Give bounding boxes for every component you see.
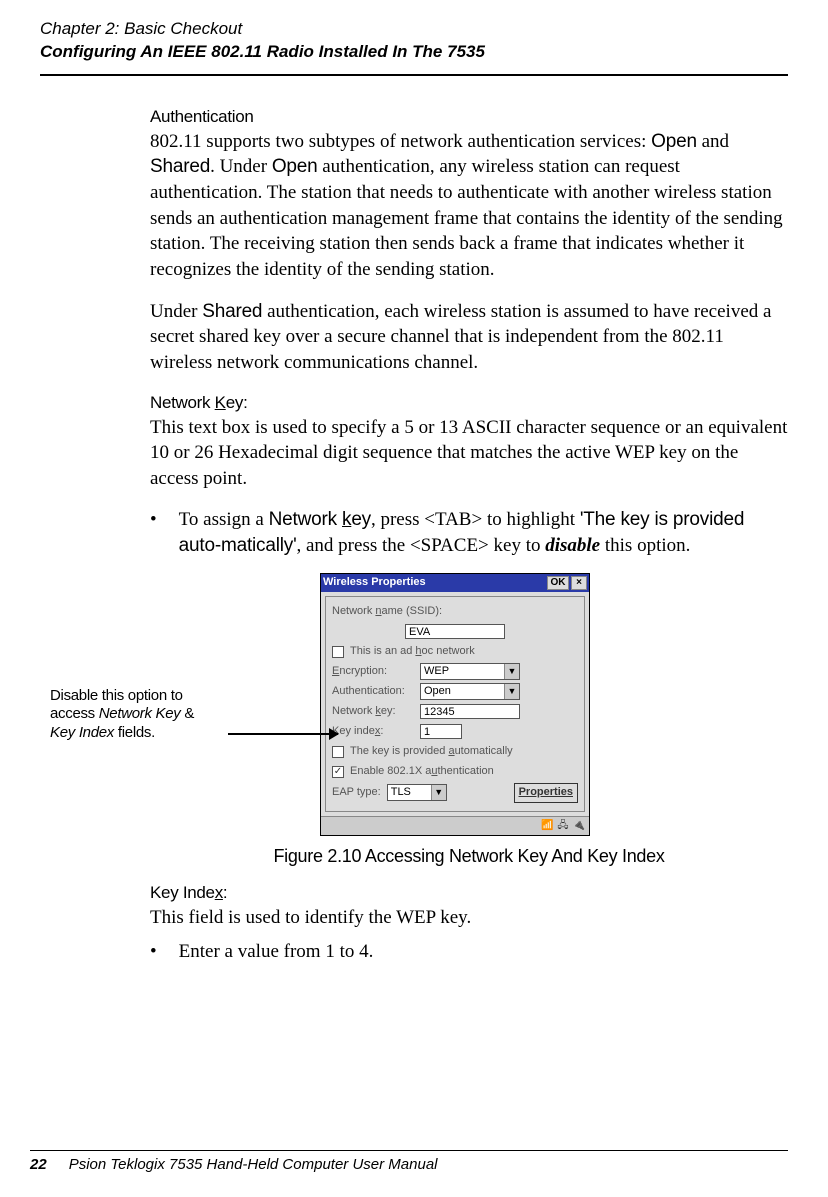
bullet-marker: • <box>150 507 157 558</box>
figure-caption: Figure 2.10 Accessing Network Key And Ke… <box>150 844 788 868</box>
tray-network-icon: 🖧 <box>557 819 568 833</box>
page-footer: 22 Psion Teklogix 7535 Hand-Held Compute… <box>30 1150 788 1175</box>
ssid-label: Network name (SSID): <box>332 604 442 619</box>
network-key-input[interactable]: 12345 <box>420 704 520 719</box>
section-title: Configuring An IEEE 802.11 Radio Install… <box>40 41 788 64</box>
adhoc-checkbox[interactable] <box>332 646 344 658</box>
key-provided-label: The key is provided automatically <box>350 744 513 759</box>
close-button[interactable]: × <box>571 576 587 590</box>
chapter-label: Chapter 2: Basic Checkout <box>40 18 788 41</box>
page-header: Chapter 2: Basic Checkout Configuring An… <box>0 0 828 70</box>
bullet-marker: • <box>150 939 157 965</box>
footer-text: Psion Teklogix 7535 Hand-Held Computer U… <box>69 1155 438 1175</box>
key-index-heading: Key Index: <box>150 882 788 905</box>
adhoc-label: This is an ad hoc network <box>350 644 475 659</box>
enable-8021x-label: Enable 802.1X authentication <box>350 764 494 779</box>
open-term-2: Open <box>272 156 318 177</box>
figure-block: Disable this option to access Network Ke… <box>150 573 788 868</box>
ssid-input[interactable]: EVA <box>405 624 505 639</box>
authentication-combo[interactable]: Open▼ <box>420 683 520 700</box>
authentication-label: Authentication: <box>332 684 414 699</box>
dialog-title: Wireless Properties <box>323 575 426 590</box>
wireless-properties-dialog: Wireless Properties OK × Network name (S… <box>320 573 590 836</box>
key-index-input[interactable]: 1 <box>420 724 462 739</box>
shared-term-2: Shared <box>202 301 262 322</box>
properties-button[interactable]: Properties <box>514 783 578 803</box>
eap-type-combo[interactable]: TLS▼ <box>387 784 447 801</box>
tray-signal-icon: 📶 <box>541 819 553 833</box>
taskbar: 📶 🖧 🔌 <box>321 816 589 835</box>
network-key-heading: Network Key: <box>150 392 788 415</box>
encryption-label: Encryption: <box>332 664 414 679</box>
key-provided-checkbox[interactable] <box>332 746 344 758</box>
bullet-text: To assign a Network key, press <TAB> to … <box>179 507 788 558</box>
figure-callout: Disable this option to access Network Ke… <box>50 687 230 743</box>
bullet-text: Enter a value from 1 to 4. <box>179 939 788 965</box>
callout-arrow <box>228 733 338 735</box>
page-number: 22 <box>30 1155 47 1175</box>
chevron-down-icon: ▼ <box>504 684 519 699</box>
dialog-titlebar: Wireless Properties OK × <box>321 574 589 592</box>
chevron-down-icon: ▼ <box>504 664 519 679</box>
auth-paragraph-2: Under Shared authentication, each wirele… <box>150 299 788 376</box>
open-term: Open <box>651 131 697 152</box>
auth-paragraph-1: 802.11 supports two subtypes of network … <box>150 129 788 283</box>
key-index-paragraph: This field is used to identify the WEP k… <box>150 905 788 931</box>
bullet-item: • Enter a value from 1 to 4. <box>150 939 788 965</box>
encryption-combo[interactable]: WEP▼ <box>420 663 520 680</box>
content-area: Authentication 802.11 supports two subty… <box>0 76 828 964</box>
bullet-item: • To assign a Network key, press <TAB> t… <box>150 507 788 558</box>
shared-term: Shared <box>150 156 210 177</box>
network-key-paragraph: This text box is used to specify a 5 or … <box>150 415 788 492</box>
eap-type-label: EAP type: <box>332 785 381 800</box>
ok-button[interactable]: OK <box>547 576 569 590</box>
tray-power-icon: 🔌 <box>573 819 585 833</box>
dialog-panel: Network name (SSID): EVA This is an ad h… <box>325 596 585 812</box>
chevron-down-icon: ▼ <box>431 785 446 800</box>
enable-8021x-checkbox[interactable]: ✓ <box>332 766 344 778</box>
authentication-heading: Authentication <box>150 106 788 129</box>
key-index-label: Key index: <box>332 724 414 739</box>
network-key-label: Network key: <box>332 704 414 719</box>
